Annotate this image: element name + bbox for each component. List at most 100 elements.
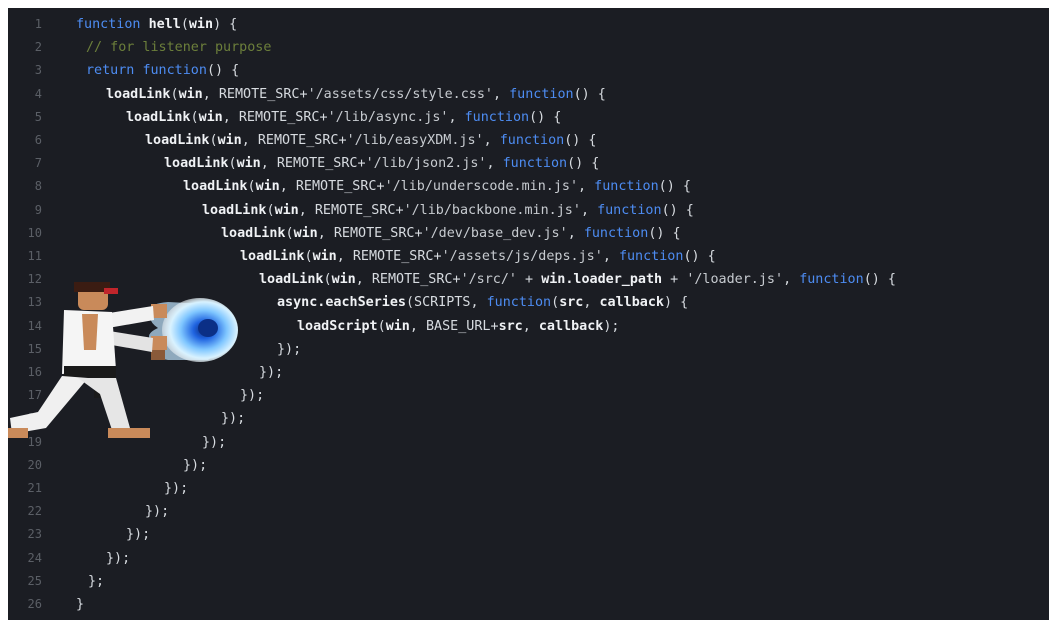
- code-token: '/lib/backbone.min.js': [403, 202, 581, 218]
- code-text: loadLink(win, REMOTE_SRC+'/dev/base_dev.…: [221, 222, 681, 245]
- code-token: () {: [863, 272, 896, 288]
- code-line: 24});: [8, 547, 1049, 570]
- code-token: loadLink: [259, 272, 324, 288]
- code-token: , REMOTE_SRC+: [317, 225, 423, 241]
- code-token: ) {: [664, 295, 689, 311]
- code-token: loadLink: [240, 249, 305, 264]
- code-token: // for listener purpose: [86, 40, 272, 56]
- code-token: , REMOTE_SRC+: [260, 156, 366, 172]
- code-token: '/lib/easyXDM.js': [346, 133, 484, 148]
- code-token: +: [517, 272, 542, 288]
- code-token: callback: [538, 318, 604, 334]
- code-token: ,: [602, 249, 619, 264]
- code-token: '/lib/async.js': [327, 109, 449, 125]
- code-token: '/lib/underscode.min.js': [384, 179, 579, 195]
- code-token: function: [583, 225, 649, 241]
- code-token: () {: [529, 109, 562, 125]
- code-token: (: [304, 249, 313, 264]
- code-token: function: [486, 295, 552, 311]
- code-token: '/assets/css/style.css': [307, 86, 493, 102]
- code-token: function: [799, 272, 864, 288]
- line-number: 24: [27, 550, 42, 565]
- code-token: function: [509, 86, 574, 102]
- code-token: });: [277, 341, 302, 357]
- code-token: win: [217, 133, 242, 148]
- code-token: function: [618, 249, 684, 264]
- code-text: loadLink(win, REMOTE_SRC+'/lib/json2.js'…: [164, 152, 599, 175]
- code-token: win: [255, 179, 280, 195]
- line-number: 8: [34, 179, 42, 194]
- code-token: '/dev/base_dev.js': [422, 225, 568, 241]
- code-token: ,: [483, 133, 500, 148]
- code-text: };: [88, 570, 104, 593]
- code-token: win: [274, 202, 299, 218]
- code-token: ,: [567, 225, 584, 241]
- line-number: 4: [34, 86, 42, 101]
- code-token: });: [126, 527, 151, 543]
- code-token: (SCRIPTS,: [406, 295, 487, 311]
- code-token: win: [178, 86, 203, 102]
- code-token: (: [377, 318, 386, 334]
- line-number: 9: [34, 202, 42, 217]
- code-token: (: [551, 295, 560, 311]
- code-line: 10 loadLink(win, REMOTE_SRC+'/dev/base_de…: [8, 222, 1049, 245]
- line-number: 1: [34, 17, 42, 31]
- code-text: });: [259, 361, 283, 384]
- code-token: });: [164, 481, 189, 496]
- code-token: '/loader.js': [686, 272, 784, 288]
- line-number: 10: [27, 225, 42, 240]
- code-token: });: [145, 504, 170, 520]
- code-line: 6 loadLink(win, REMOTE_SRC+'/lib/easyXDM.…: [8, 129, 1049, 152]
- code-token: , REMOTE_SRC+: [202, 86, 308, 102]
- code-line: 9 loadLink(win, REMOTE_SRC+'/lib/backbone…: [8, 199, 1049, 222]
- code-token: () {: [564, 133, 597, 148]
- code-token: win: [331, 272, 356, 288]
- code-token: (: [323, 272, 332, 288]
- code-token: return: [86, 63, 143, 79]
- line-number: 5: [34, 109, 42, 124]
- code-token: win: [312, 249, 337, 264]
- code-line: 21});: [8, 477, 1049, 500]
- line-number: 11: [27, 249, 42, 263]
- code-token: () {: [206, 63, 240, 79]
- code-token: () {: [683, 249, 716, 264]
- code-token: loadLink: [164, 156, 229, 172]
- line-number: 6: [34, 133, 42, 147]
- code-line: 8 loadLink(win, REMOTE_SRC+'/lib/undersco…: [8, 175, 1049, 198]
- code-token: ,: [583, 295, 600, 311]
- code-text: async.eachSeries(SCRIPTS, function(src, …: [277, 291, 688, 314]
- code-line: 22});: [8, 500, 1049, 523]
- code-token: loadLink: [126, 109, 191, 125]
- code-token: });: [259, 365, 284, 380]
- code-line: 4 loadLink(win, REMOTE_SRC+'/assets/css/s…: [8, 83, 1049, 106]
- code-line: 11 loadLink(win, REMOTE_SRC+'/assets/js/d…: [8, 245, 1049, 268]
- code-token: (: [228, 156, 237, 172]
- code-text: return function() {: [86, 59, 239, 82]
- code-line: 1 function hell(win) {: [8, 13, 1049, 36]
- line-number: 2: [34, 40, 42, 55]
- code-token: ,: [580, 202, 598, 218]
- code-text: // for listener purpose: [86, 36, 271, 59]
- code-token: (: [180, 17, 189, 32]
- code-text: loadLink(win, REMOTE_SRC+'/src/' + win.l…: [259, 268, 896, 291]
- code-token: win: [188, 17, 214, 32]
- code-token: ,: [486, 156, 503, 172]
- code-token: , REMOTE_SRC+: [241, 133, 347, 148]
- code-token: callback: [599, 295, 665, 311]
- line-number: 25: [27, 573, 42, 588]
- code-token: (: [266, 202, 275, 218]
- code-token: (: [170, 86, 179, 102]
- code-text: loadScript(win, BASE_URL+src, callback);: [297, 315, 620, 338]
- code-token: +: [662, 272, 687, 288]
- code-line: 26}: [8, 593, 1049, 616]
- line-number: 26: [27, 597, 42, 611]
- code-token: src: [498, 318, 523, 334]
- code-token: loadScript: [297, 318, 378, 334]
- code-token: , REMOTE_SRC+: [336, 249, 442, 264]
- code-token: , REMOTE_SRC+: [355, 272, 461, 288]
- code-text: });: [145, 500, 169, 523]
- code-token: loadLink: [106, 86, 171, 102]
- code-token: function: [464, 109, 530, 125]
- code-token: () {: [648, 225, 681, 241]
- code-token: win: [198, 109, 223, 125]
